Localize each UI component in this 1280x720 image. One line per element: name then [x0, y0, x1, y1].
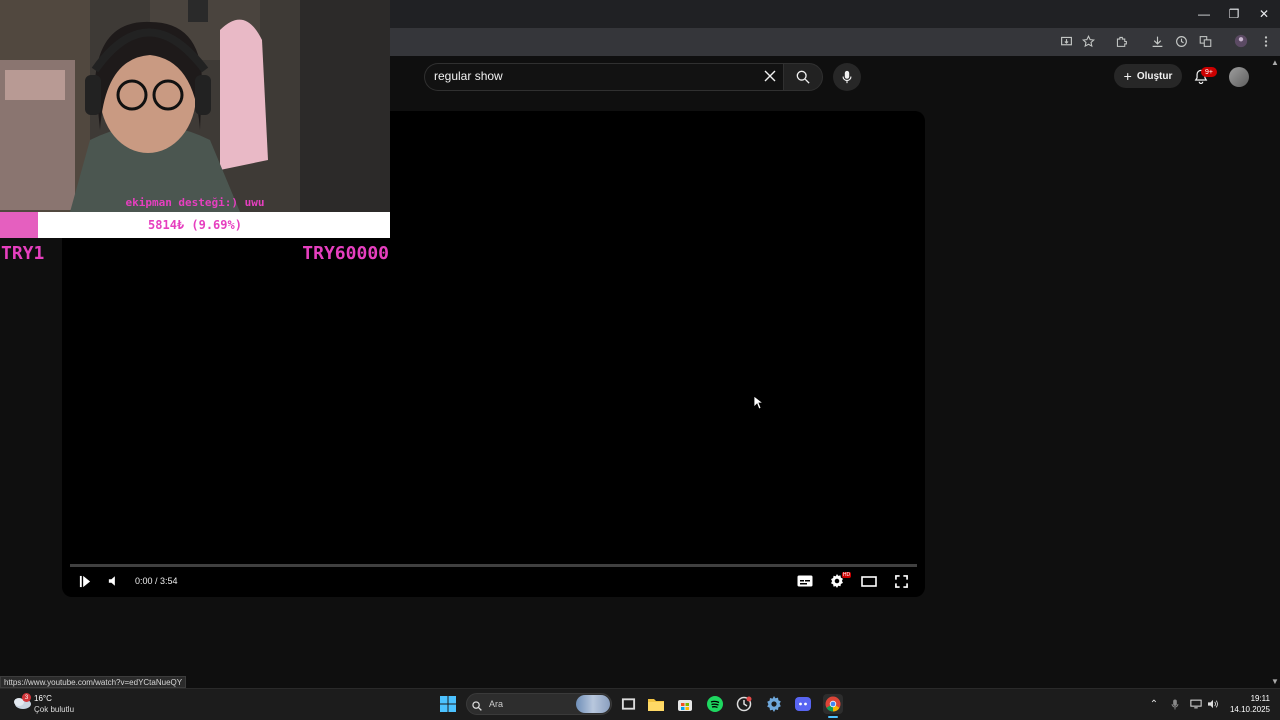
play-icon [79, 575, 91, 587]
clock-date[interactable]: 14.10.2025 [1222, 705, 1270, 714]
chrome-icon[interactable] [823, 694, 843, 714]
video-time-label: 0:00 / 3:54 [135, 576, 178, 586]
search-icon [472, 698, 482, 716]
search-input-value[interactable]: regular show [434, 69, 503, 83]
video-progress-bar[interactable] [70, 564, 917, 567]
mouse-cursor-icon [753, 395, 765, 415]
file-explorer-icon[interactable] [646, 694, 666, 714]
fullscreen-icon [894, 574, 908, 588]
taskbar-search-placeholder[interactable]: Ara [489, 699, 503, 709]
extensions-icon[interactable] [1113, 33, 1129, 49]
scroll-up-icon[interactable]: ▲ [1270, 58, 1280, 68]
store-icon[interactable] [675, 694, 695, 714]
windows-taskbar [0, 688, 1280, 720]
tray-mic-icon[interactable] [1168, 697, 1182, 711]
donation-goal-title: ekipman desteği:) uwu [125, 196, 265, 209]
create-button[interactable]: + Oluştur [1114, 64, 1182, 88]
volume-icon[interactable] [1206, 697, 1220, 711]
theater-mode-button[interactable] [861, 573, 877, 589]
webcam-overlay [0, 0, 390, 212]
create-button-label: Oluştur [1136, 70, 1173, 82]
search-button[interactable] [783, 63, 823, 91]
theater-icon [861, 575, 877, 587]
mute-button[interactable] [106, 573, 122, 589]
weather-badge: 3 [22, 693, 31, 702]
active-app-indicator [828, 716, 838, 718]
tray-overflow-icon[interactable]: ⌃ [1147, 697, 1161, 711]
settings-icon[interactable] [764, 694, 784, 714]
hd-badge: HD [842, 572, 851, 578]
subtitles-icon [797, 575, 813, 587]
plus-icon: + [1123, 68, 1132, 84]
play-button[interactable] [77, 573, 93, 589]
browser-menu-icon[interactable] [1258, 33, 1274, 49]
weather-description[interactable]: Çok bulutlu [34, 705, 74, 714]
clear-search-button[interactable] [760, 66, 780, 86]
account-avatar[interactable] [1229, 67, 1249, 87]
bookmark-star-icon[interactable] [1080, 33, 1096, 49]
donation-goal-min: TRY1 [1, 243, 45, 264]
voice-search-button[interactable] [833, 63, 861, 91]
volume-icon [108, 576, 115, 586]
translate-icon[interactable] [1197, 33, 1213, 49]
clock-time[interactable]: 19:11 [1230, 694, 1270, 703]
subtitles-button[interactable] [797, 573, 813, 589]
restore-button[interactable]: ❐ [1224, 6, 1244, 22]
donation-goal-progress: 5814₺ (9.69%) [148, 218, 242, 232]
network-icon[interactable] [1189, 697, 1203, 711]
microphone-icon [842, 70, 852, 84]
install-app-icon[interactable] [1058, 33, 1074, 49]
status-url: https://www.youtube.com/watch?v=edYCtaNu… [0, 676, 187, 688]
spotify-icon[interactable] [705, 694, 725, 714]
search-icon [796, 70, 810, 84]
minimize-button[interactable]: — [1194, 6, 1214, 22]
app-icon[interactable] [734, 694, 754, 714]
notification-badge: 9+ [1201, 67, 1217, 77]
donation-goal-max: TRY60000 [302, 243, 389, 264]
history-icon[interactable] [1173, 33, 1189, 49]
close-icon [764, 70, 776, 82]
task-view-icon[interactable] [618, 694, 638, 714]
profile-icon[interactable] [1233, 33, 1249, 49]
fullscreen-button[interactable] [893, 573, 909, 589]
scroll-down-icon[interactable]: ▼ [1270, 677, 1280, 687]
weather-temperature[interactable]: 16°C [34, 694, 52, 703]
start-icon[interactable] [438, 694, 458, 714]
close-window-button[interactable]: ✕ [1254, 6, 1274, 22]
discord-icon[interactable] [793, 694, 813, 714]
widget-icon[interactable] [576, 695, 610, 713]
downloads-icon[interactable] [1149, 33, 1165, 49]
